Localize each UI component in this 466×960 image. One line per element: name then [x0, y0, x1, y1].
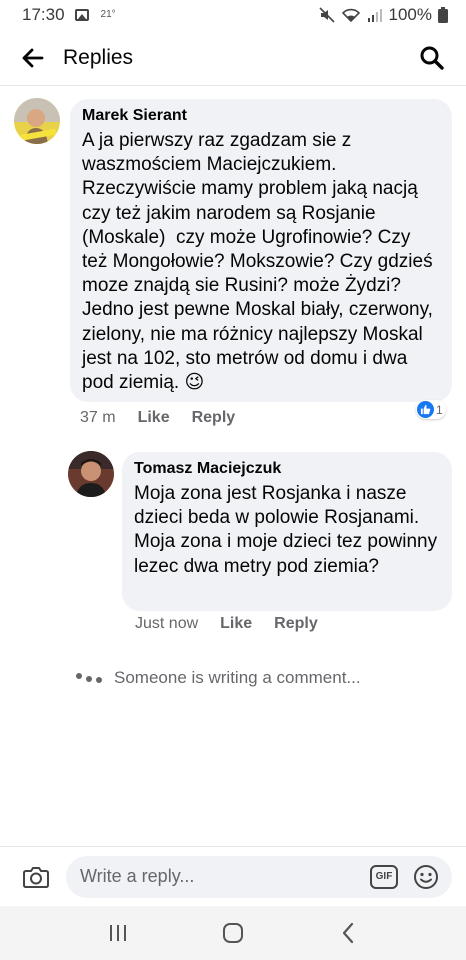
avatar-image — [14, 98, 60, 144]
back-button[interactable] — [18, 43, 48, 73]
reaction-count: 1 — [436, 402, 443, 417]
comment-timestamp[interactable]: 37 m — [80, 409, 116, 427]
reaction-summary[interactable]: 1 — [416, 400, 446, 419]
comment-bubble: Tomasz Maciejczuk Moja zona jest Rosjank… — [122, 452, 452, 611]
reply-input-container: GIF — [66, 855, 452, 898]
camera-icon — [23, 866, 49, 888]
like-button[interactable]: Like — [138, 409, 170, 427]
comment-meta: Just now Like Reply — [135, 615, 340, 633]
status-time: 17:30 — [22, 5, 65, 24]
camera-button[interactable] — [20, 861, 52, 893]
reply-composer: GIF — [0, 846, 466, 906]
avatar-marek-sierant[interactable] — [14, 98, 60, 144]
header-bar: Replies — [0, 30, 466, 86]
back-nav-icon — [343, 922, 354, 944]
reply-input[interactable] — [80, 866, 370, 887]
comment-author[interactable]: Tomasz Maciejczuk — [134, 460, 438, 478]
system-nav-bar — [0, 906, 466, 960]
gallery-notification-icon — [74, 9, 89, 21]
wifi-icon — [341, 8, 360, 23]
status-left: 17:30 21° — [22, 5, 116, 25]
recent-apps-icon — [109, 925, 126, 941]
comment-author[interactable]: Marek Sierant — [82, 107, 438, 125]
signal-icon — [367, 9, 382, 22]
mute-icon — [318, 7, 335, 23]
search-button[interactable] — [416, 42, 448, 74]
page-title: Replies — [63, 45, 134, 69]
reply-button[interactable]: Reply — [274, 615, 318, 633]
comment-timestamp[interactable]: Just now — [135, 615, 198, 633]
home-button[interactable] — [213, 913, 253, 953]
avatar-tomasz-maciejczuk[interactable] — [68, 451, 114, 497]
back-arrow-icon — [22, 48, 44, 67]
recent-apps-button[interactable] — [98, 913, 138, 953]
comment-text: A ja pierwszy raz zgadzam sie z waszmośc… — [82, 130, 439, 394]
status-right: 100% — [318, 5, 448, 25]
comment-meta: 37 m Like Reply — [80, 409, 257, 427]
battery-icon — [438, 7, 448, 23]
home-icon — [222, 923, 243, 943]
like-button[interactable]: Like — [220, 615, 252, 633]
gif-button[interactable]: GIF — [370, 864, 398, 889]
temperature-notification: 21° — [100, 8, 116, 20]
battery-percent: 100% — [388, 5, 432, 24]
avatar-image — [68, 451, 114, 497]
typing-indicator: Someone is writing a comment... — [76, 668, 361, 688]
like-icon — [417, 401, 434, 418]
typing-text: Someone is writing a comment... — [114, 668, 361, 687]
status-bar: 17:30 21° 100% — [0, 0, 466, 30]
emoji-button[interactable] — [412, 863, 440, 891]
back-nav-button[interactable] — [328, 913, 368, 953]
reply-button[interactable]: Reply — [192, 409, 236, 427]
emoji-icon — [414, 864, 438, 889]
comment-text: Moja zona jest Rosjanka i nasze dzieci b… — [134, 483, 443, 577]
search-icon — [420, 46, 444, 70]
typing-dots-icon — [76, 673, 102, 683]
comment-bubble: Marek Sierant A ja pierwszy raz zgadzam … — [70, 99, 452, 402]
